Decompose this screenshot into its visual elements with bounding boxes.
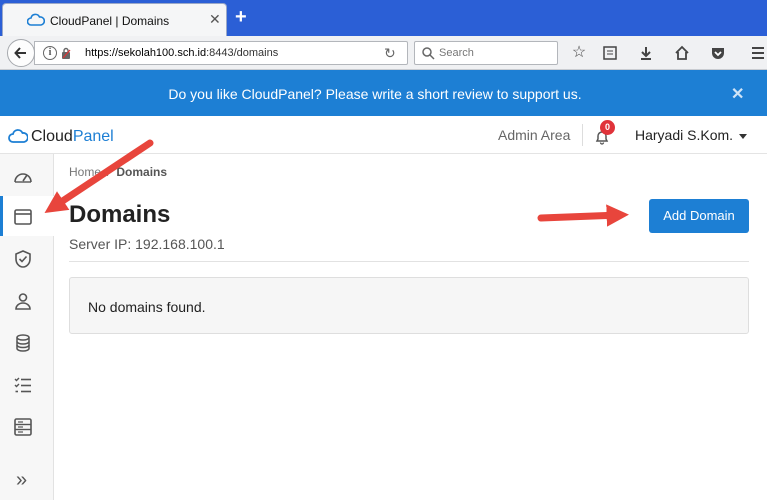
sidebar-item-dashboard[interactable] [0,156,54,196]
cloudpanel-favicon-icon [27,13,45,26]
logo-text-accent: Panel [72,128,114,145]
home-icon[interactable] [672,43,692,63]
url-bar[interactable]: i https://sekolah100.sch.id:8443/domains… [34,41,408,65]
page-title: Domains [69,201,171,228]
empty-state-box: No domains found. [69,277,749,334]
review-banner: Do you like CloudPanel? Please write a s… [0,70,767,116]
bookmark-star-icon[interactable]: ☆ [569,43,589,63]
tab-close-icon[interactable]: ✕ [209,12,221,26]
sidebar-item-databases[interactable] [0,322,54,362]
logo-text[interactable]: CloudPanel [31,128,114,146]
annotation-arrow-add-domain [537,204,629,227]
back-arrow-icon [14,47,26,59]
sidebar-item-security[interactable] [0,238,54,278]
header-divider [582,124,583,146]
search-placeholder: Search [439,47,474,59]
tab-strip: CloudPanel | Domains ✕ + [0,0,767,36]
sidebar-item-domains[interactable] [0,196,54,236]
browser-window: CloudPanel | Domains ✕ + i https://sekol… [0,0,767,500]
download-icon[interactable] [636,43,656,63]
sidebar: » [0,154,54,500]
dashboard-icon [14,173,32,183]
menu-hamburger-icon[interactable] [748,43,767,63]
breadcrumb: Home / Domains [69,165,167,179]
expand-chevrons-icon: » [16,469,28,491]
breadcrumb-home[interactable]: Home [69,165,101,179]
site-info-icon[interactable]: i [43,46,57,60]
notification-badge[interactable]: 0 [600,120,615,135]
empty-state-message: No domains found. [88,299,206,315]
sidebar-item-tasks[interactable] [0,364,54,404]
user-menu[interactable]: Haryadi S.Kom. [635,127,748,143]
url-text[interactable]: https://sekolah100.sch.id:8443/domains [85,47,278,59]
checklist-icon [14,377,31,393]
search-icon [422,47,435,60]
tab-title: CloudPanel | Domains [50,14,170,28]
pocket-icon[interactable] [708,43,728,63]
breadcrumb-current: Domains [116,165,168,179]
reload-icon[interactable]: ↻ [384,45,396,62]
sidebar-expand-button[interactable]: » [0,464,54,500]
new-tab-button[interactable]: + [235,7,247,27]
sidebar-item-users[interactable] [0,280,54,320]
browser-tab-active[interactable]: CloudPanel | Domains ✕ [2,3,227,36]
user-name: Haryadi S.Kom. [635,127,734,143]
logo-text-main: Cloud [31,128,73,145]
admin-area-link[interactable]: Admin Area [498,127,570,143]
shield-check-icon [15,250,31,268]
server-ip: Server IP: 192.168.100.1 [69,236,225,252]
breadcrumb-separator: / [107,165,111,179]
domains-window-icon [14,209,32,225]
banner-close-icon[interactable]: ✕ [731,84,744,104]
navigation-bar: i https://sekolah100.sch.id:8443/domains… [0,36,767,70]
url-path: :8443/domains [206,47,279,59]
url-host: https://sekolah100.sch.id [85,47,207,59]
back-button[interactable] [7,39,35,67]
reading-list-icon[interactable] [600,43,620,63]
user-icon [15,293,31,310]
server-list-icon [14,418,32,436]
app-header: CloudPanel Admin Area 0 Haryadi S.Kom. [0,116,767,154]
banner-text[interactable]: Do you like CloudPanel? Please write a s… [0,86,750,102]
divider [69,261,749,262]
cloudpanel-logo-icon[interactable] [8,128,28,144]
lock-icon[interactable] [61,47,71,59]
database-icon [16,334,30,352]
add-domain-button[interactable]: Add Domain [649,199,749,233]
search-bar[interactable]: Search [414,41,558,65]
caret-down-icon [739,133,748,139]
sidebar-item-servers[interactable] [0,406,54,446]
